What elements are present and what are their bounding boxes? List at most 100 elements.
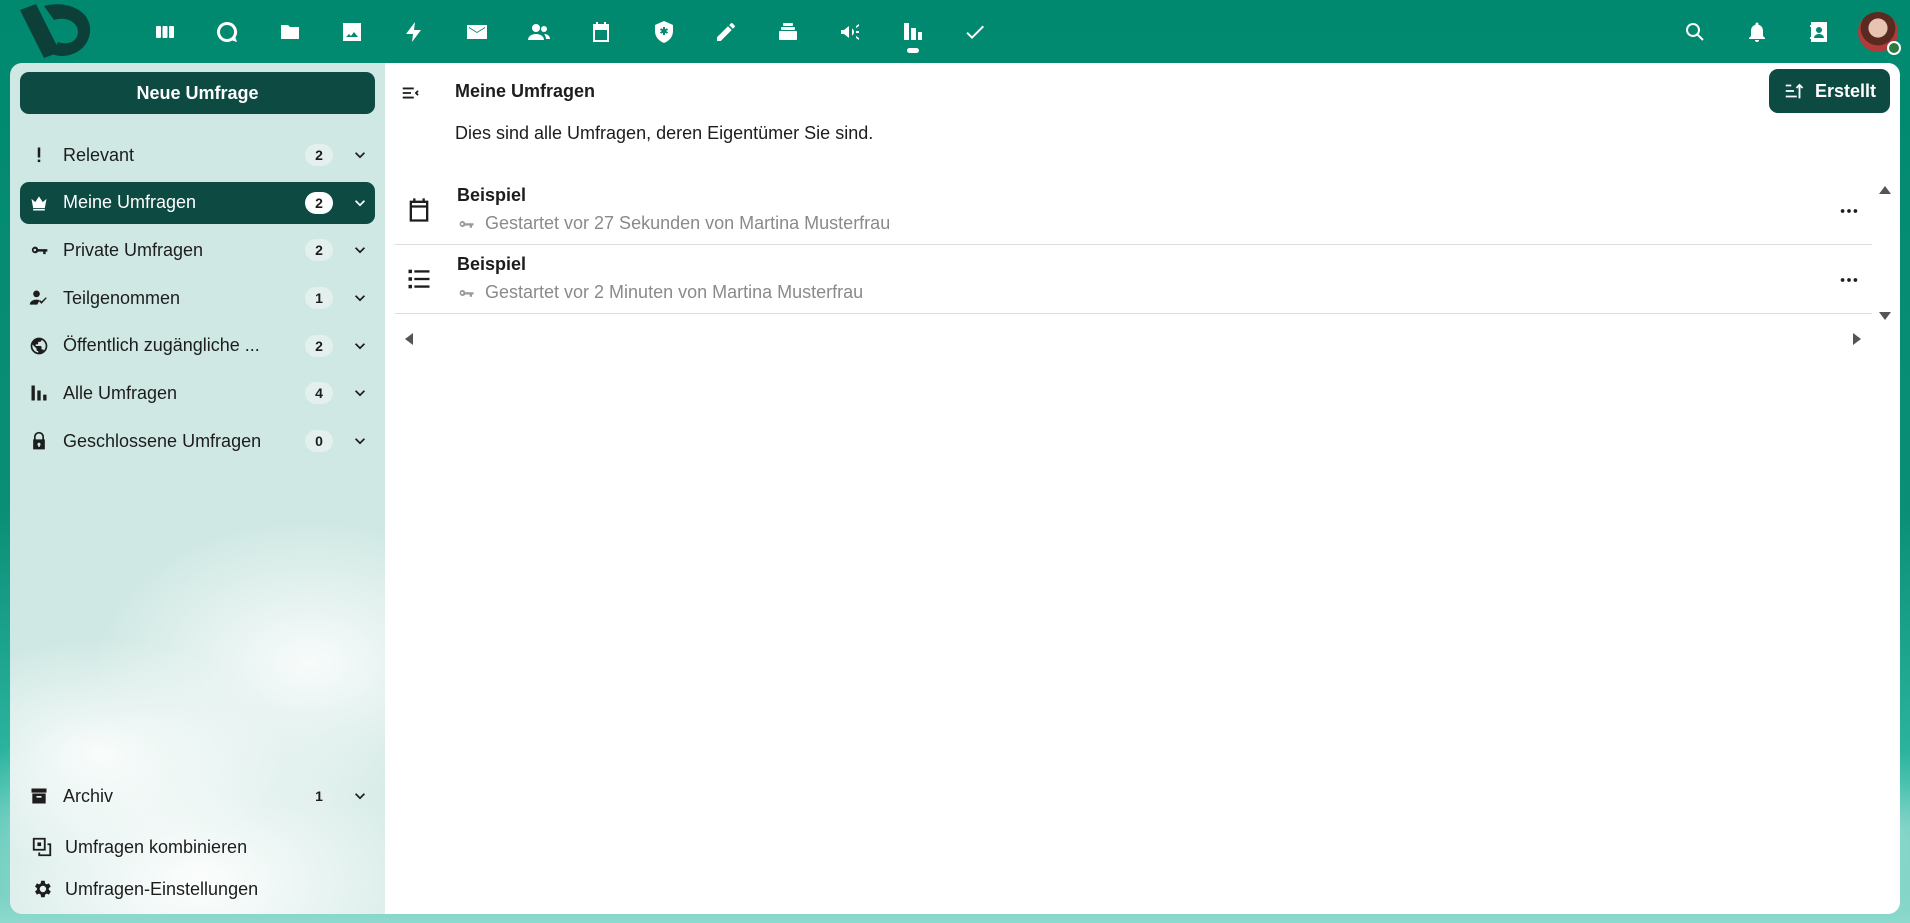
poll-title: Beispiel: [457, 254, 527, 274]
passwords-icon[interactable]: [632, 0, 694, 63]
count-badge: 0: [305, 430, 333, 453]
page-title: Meine Umfragen: [455, 81, 596, 101]
combine-polls-label: Umfragen kombinieren: [65, 836, 248, 857]
scroll-left-arrow[interactable]: [405, 333, 413, 345]
poll-settings-link[interactable]: Umfragen-Einstellungen: [20, 868, 375, 910]
sort-icon: [1785, 83, 1804, 99]
avatar[interactable]: [1858, 11, 1901, 55]
poll-meta-text: Gestartet vor 27 Sekunden von Martina Mu…: [485, 213, 891, 233]
main-content: Meine Umfragen Dies sind alle Umfragen, …: [385, 63, 1900, 914]
sidebar-item-all-polls[interactable]: Alle Umfragen 4: [20, 372, 375, 414]
sidebar-item-closed-polls[interactable]: Geschlossene Umfragen 0: [20, 420, 375, 462]
gear-icon: [31, 878, 53, 900]
more-actions-icon[interactable]: [1834, 265, 1864, 295]
header-bar: [0, 0, 1910, 63]
poll-title: Beispiel: [457, 185, 527, 205]
calendar-icon: [405, 196, 433, 224]
sidebar-item-participated[interactable]: Teilgenommen 1: [20, 277, 375, 319]
poll-settings-label: Umfragen-Einstellungen: [65, 878, 259, 899]
sidebar-item-relevant[interactable]: Relevant 2: [20, 134, 375, 176]
bar-chart-icon: [29, 383, 49, 403]
sidebar-item-public-polls[interactable]: Öffentlich zugängliche ... 2: [20, 325, 375, 367]
activity-icon[interactable]: [383, 0, 445, 63]
sidebar-nav: Relevant 2 Meine Umfragen 2 Private Umfr…: [20, 134, 375, 468]
poll-meta-text: Gestartet vor 2 Minuten von Martina Must…: [485, 282, 864, 302]
calendar-icon[interactable]: [570, 0, 632, 63]
lock-icon: [29, 431, 49, 451]
account-check-icon: [29, 288, 49, 308]
combine-polls-link[interactable]: Umfragen kombinieren: [20, 826, 375, 868]
count-badge: 2: [305, 334, 333, 357]
status-online-icon: [1887, 40, 1901, 55]
sidebar-item-label: Meine Umfragen: [63, 192, 197, 213]
sidebar-archive: Archiv 1: [20, 775, 375, 823]
scroll-down-arrow[interactable]: [1879, 312, 1891, 320]
new-poll-button[interactable]: Neue Umfrage: [20, 72, 375, 114]
chevron-down-icon[interactable]: [350, 383, 370, 403]
contacts-icon[interactable]: [508, 0, 570, 63]
count-badge: 4: [305, 382, 333, 405]
key-icon: [29, 240, 49, 260]
sidebar-footer: Umfragen kombinieren Umfragen-Einstellun…: [20, 826, 375, 910]
contacts-menu-icon[interactable]: [1788, 0, 1850, 63]
chevron-down-icon[interactable]: [350, 240, 370, 260]
sidebar-item-label: Öffentlich zugängliche ...: [63, 335, 260, 356]
notifications-icon[interactable]: [1726, 0, 1788, 63]
sidebar-item-archive[interactable]: Archiv 1: [20, 775, 375, 817]
chevron-down-icon[interactable]: [350, 786, 370, 806]
notes-icon[interactable]: [695, 0, 757, 63]
chevron-down-icon[interactable]: [350, 193, 370, 213]
page-description: Dies sind alle Umfragen, deren Eigentüme…: [455, 123, 874, 143]
count-badge: 1: [305, 785, 333, 807]
sidebar-item-label: Geschlossene Umfragen: [63, 430, 262, 451]
text-list-icon: [405, 265, 433, 293]
sidebar-toggle-icon[interactable]: [397, 79, 425, 107]
polls-icon[interactable]: [882, 0, 944, 63]
count-badge: 2: [305, 239, 333, 262]
tasks-icon[interactable]: [944, 0, 1006, 63]
scroll-right-arrow[interactable]: [1853, 333, 1861, 345]
archive-icon: [29, 786, 49, 806]
sort-button[interactable]: Erstellt: [1768, 69, 1890, 113]
sidebar: Neue Umfrage Relevant 2 Meine Umfragen 2…: [10, 63, 385, 914]
sidebar-item-label: Alle Umfragen: [63, 382, 178, 403]
globe-icon: [29, 336, 49, 356]
poll-list: Beispiel Gestartet vor 27 Sekunden von M…: [395, 176, 1872, 314]
files-icon[interactable]: [259, 0, 321, 63]
sidebar-item-label: Private Umfragen: [63, 239, 204, 260]
nextcloud-logo-icon[interactable]: [14, 2, 96, 60]
header-right: [1664, 0, 1910, 63]
list-item[interactable]: Beispiel Gestartet vor 27 Sekunden von M…: [395, 176, 1872, 245]
photos-icon[interactable]: [321, 0, 383, 63]
sidebar-item-my-polls[interactable]: Meine Umfragen 2: [20, 181, 375, 224]
deck-icon[interactable]: [757, 0, 819, 63]
count-badge: 2: [305, 144, 333, 166]
app-menu: [134, 0, 1006, 63]
sort-label: Erstellt: [1814, 80, 1876, 101]
chevron-down-icon[interactable]: [350, 288, 370, 308]
chevron-down-icon[interactable]: [350, 145, 370, 165]
count-badge: 2: [305, 191, 333, 214]
sidebar-item-label: Relevant: [63, 144, 135, 165]
poll-meta: Gestartet vor 2 Minuten von Martina Must…: [457, 282, 863, 303]
chevron-down-icon[interactable]: [350, 431, 370, 451]
crown-icon: [29, 193, 49, 213]
count-badge: 1: [305, 287, 333, 310]
list-item[interactable]: Beispiel Gestartet vor 2 Minuten von Mar…: [395, 245, 1872, 314]
key-icon: [459, 220, 474, 228]
scroll-up-arrow[interactable]: [1879, 186, 1891, 194]
announcements-icon[interactable]: [819, 0, 881, 63]
key-icon: [459, 289, 474, 297]
chevron-down-icon[interactable]: [350, 336, 370, 356]
dashboard-icon[interactable]: [134, 0, 196, 63]
talk-icon[interactable]: [196, 0, 258, 63]
combine-icon: [31, 836, 53, 858]
exclamation-icon: [29, 145, 49, 165]
sidebar-item-private-polls[interactable]: Private Umfragen 2: [20, 229, 375, 271]
sidebar-item-label: Archiv: [63, 785, 114, 806]
poll-meta: Gestartet vor 27 Sekunden von Martina Mu…: [457, 213, 890, 234]
sidebar-item-label: Teilgenommen: [63, 287, 181, 308]
mail-icon[interactable]: [445, 0, 507, 63]
more-actions-icon[interactable]: [1834, 196, 1864, 226]
search-icon[interactable]: [1664, 0, 1726, 63]
